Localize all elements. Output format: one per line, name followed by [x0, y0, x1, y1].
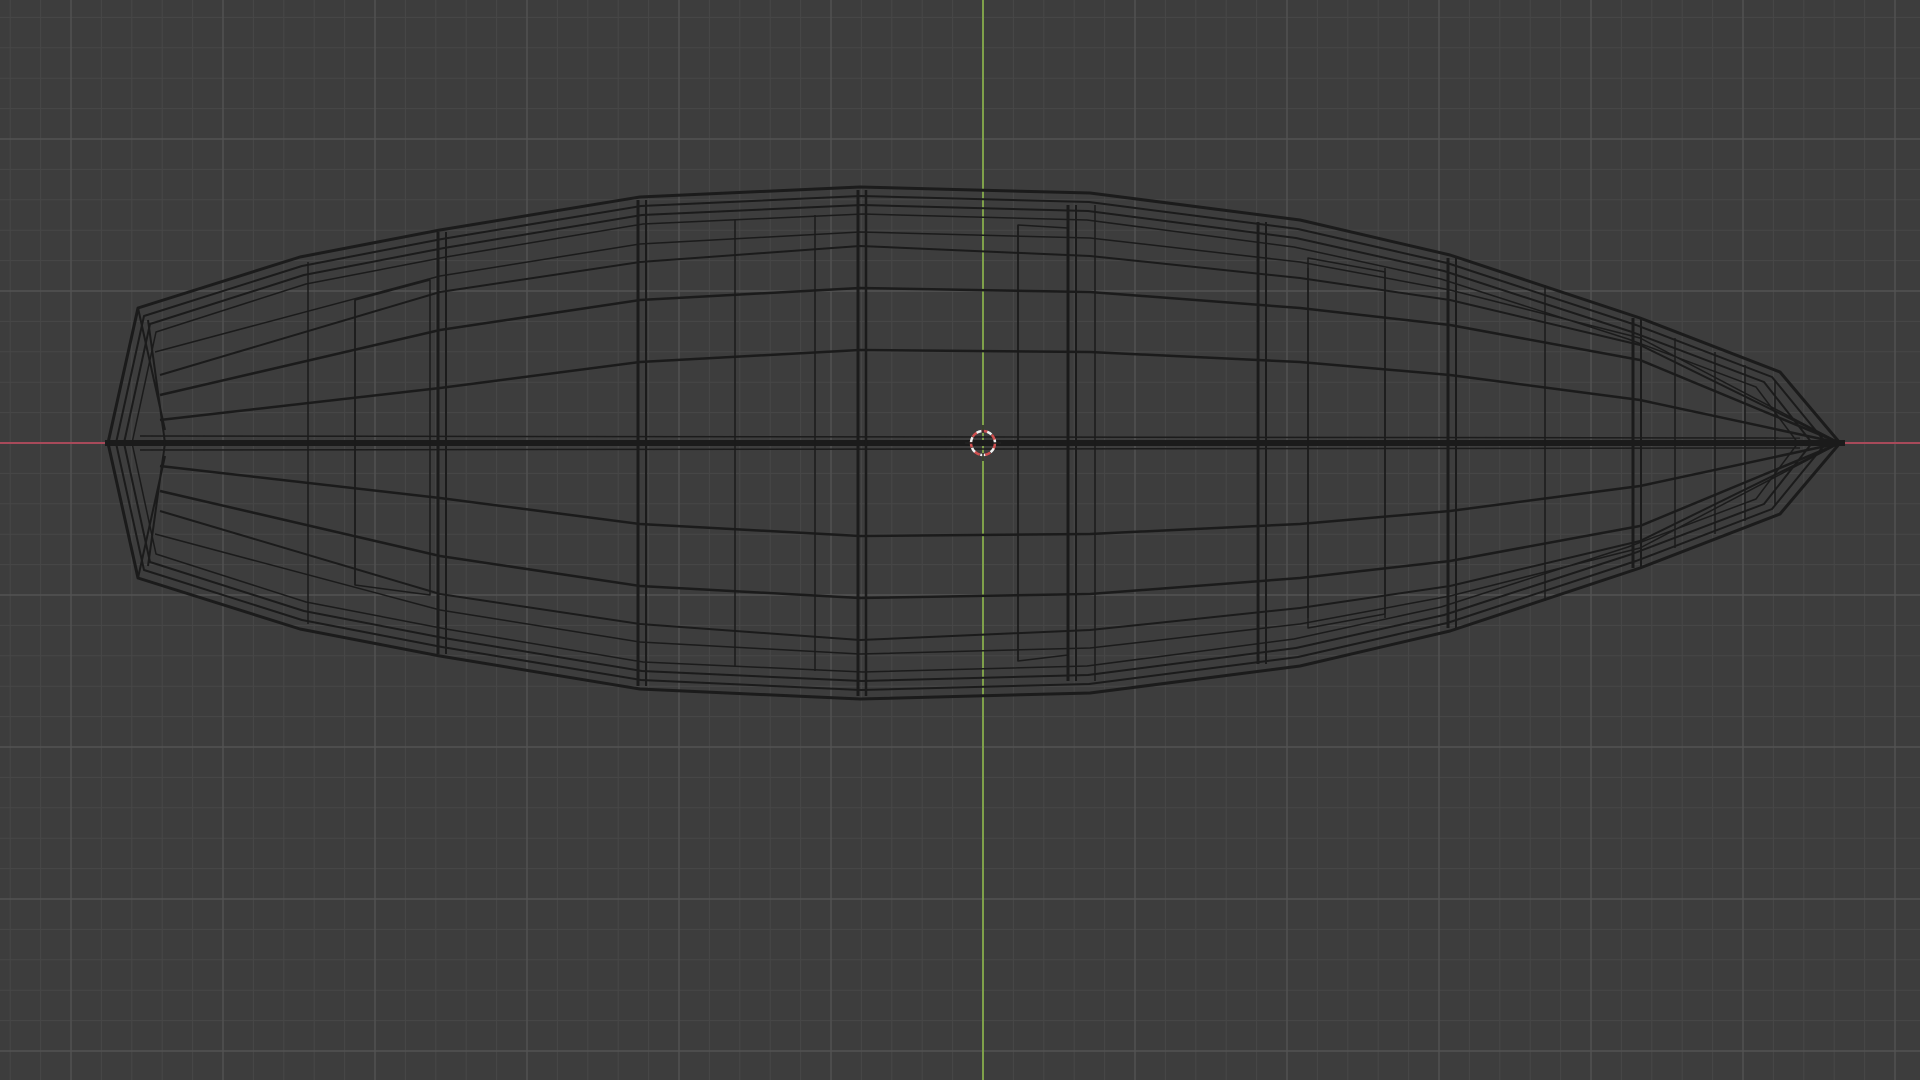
hull-longitudinal-1-mirror — [159, 441, 1841, 538]
hull-longitudinal-1 — [159, 348, 1841, 445]
hull-longitudinal-3 — [159, 245, 1841, 444]
hull-longitudinal-2-mirror — [159, 441, 1841, 600]
keel-line-lower — [139, 447, 1801, 451]
seat-panel-aft — [354, 279, 431, 596]
boat-hull-wireframe[interactable] — [105, 185, 1845, 701]
keel-line-upper — [139, 435, 1801, 439]
hull-longitudinal-3-mirror — [159, 442, 1841, 641]
3d-viewport[interactable] — [0, 0, 1920, 1080]
hull-longitudinal-2 — [159, 286, 1841, 445]
